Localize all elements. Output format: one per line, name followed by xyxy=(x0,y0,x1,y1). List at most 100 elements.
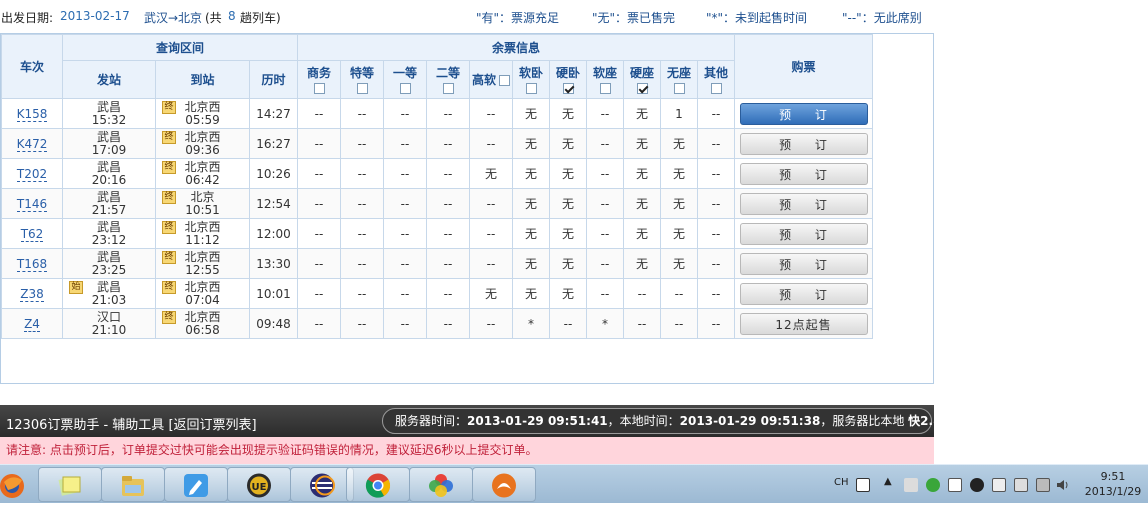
taskbar-color-app[interactable] xyxy=(409,467,473,502)
volume-icon[interactable] xyxy=(1056,478,1070,492)
seat-availability-cell: -- xyxy=(383,278,427,309)
duration-cell: 16:27 xyxy=(249,128,298,159)
tray-add-icon[interactable] xyxy=(926,478,940,492)
device-icon[interactable] xyxy=(1014,478,1028,492)
taskbar-eclipse[interactable] xyxy=(290,467,354,502)
language-indicator[interactable]: CH xyxy=(834,477,849,488)
seat-availability-cell: -- xyxy=(469,248,513,279)
seat-filter-checkbox[interactable] xyxy=(442,82,454,94)
show-hidden-icons-button[interactable]: ▲ xyxy=(884,476,892,487)
seat-filter-checkbox[interactable] xyxy=(636,82,648,94)
seat-filter-checkbox[interactable] xyxy=(313,82,325,94)
to-station-cell: 终北京西 12:55 xyxy=(155,248,250,279)
qq-icon[interactable] xyxy=(970,478,984,492)
book-button[interactable]: 预 订 xyxy=(739,132,868,155)
train-number-link[interactable]: K472 xyxy=(16,136,48,152)
server-time-label: 服务器时间： xyxy=(395,414,468,428)
departure-time: 21:57 xyxy=(91,202,127,217)
to-station-cell: 终北京西 06:42 xyxy=(155,158,250,189)
seat-filter-checkbox[interactable] xyxy=(673,82,685,94)
eclipse-icon xyxy=(310,473,335,498)
book-button[interactable]: 预 订 xyxy=(739,252,868,275)
seat-availability-cell: * xyxy=(512,308,550,339)
book-button-active[interactable]: 预 订 xyxy=(739,102,868,125)
seat-availability-cell: -- xyxy=(426,98,470,129)
seat-availability-cell: 无 xyxy=(512,128,550,159)
seat-filter-checkbox[interactable] xyxy=(710,82,722,94)
arrival-time: 05:59 xyxy=(185,112,220,127)
seat-availability-cell: -- xyxy=(586,98,624,129)
train-number-link[interactable]: T168 xyxy=(16,256,48,272)
duration-cell: 09:48 xyxy=(249,308,298,339)
train-row: K472 武昌 17:09 终北京西 09:36 16:27 -- -- -- -- -- 无无 -- 无… xyxy=(1,128,873,159)
seat-availability-cell: -- xyxy=(426,158,470,189)
seat-availability-cell: -- xyxy=(297,98,341,129)
seat-type-label: 二等 xyxy=(435,65,460,80)
seat-availability-cell: -- xyxy=(383,308,427,339)
train-number-link[interactable]: K158 xyxy=(16,106,48,122)
seat-type-label: 硬座 xyxy=(629,65,654,80)
from-station-name: 武昌 xyxy=(96,249,121,264)
action-cell: 预 订 xyxy=(734,218,873,249)
train-number-cell: T202 xyxy=(1,158,63,189)
time-diff-label: ，服务器比本地 xyxy=(820,414,905,428)
start-button[interactable] xyxy=(0,468,30,502)
flag-icon[interactable] xyxy=(948,478,962,492)
from-station-cell: 汉口 21:10 xyxy=(62,308,156,339)
taskbar-sticky-notes[interactable] xyxy=(38,467,102,502)
taskbar-ultraedit[interactable]: UE xyxy=(227,467,291,502)
ultraedit-icon: UE xyxy=(247,473,271,498)
seat-availability-cell: 无 xyxy=(469,158,513,189)
back-to-list-link[interactable]: [返回订票列表] xyxy=(168,418,256,433)
network-icon[interactable] xyxy=(992,478,1006,492)
seat-type-label: 其他 xyxy=(703,65,728,80)
train-row: T62 武昌 23:12 终北京西 11:12 12:00 -- -- -- -- -- 无无 -- 无无… xyxy=(1,218,873,249)
to-station-cell: 终北京西 09:36 xyxy=(155,128,250,159)
taskbar-foxmail[interactable] xyxy=(472,467,536,502)
seat-availability-cell: 无 xyxy=(469,278,513,309)
departure-time: 17:09 xyxy=(91,142,127,157)
seat-filter-checkbox[interactable] xyxy=(525,82,537,94)
seat-availability-cell: 无 xyxy=(623,218,661,249)
action-cell: 预 订 xyxy=(734,248,873,279)
train-number-link[interactable]: T146 xyxy=(16,196,48,212)
book-button[interactable]: 预 订 xyxy=(739,192,868,215)
taskbar-chrome[interactable] xyxy=(346,467,410,502)
seat-availability-cell: -- xyxy=(340,158,384,189)
seat-filter-checkbox[interactable] xyxy=(562,82,574,94)
train-number-link[interactable]: Z4 xyxy=(24,316,40,332)
seat-availability-cell: -- xyxy=(697,248,735,279)
seat-filter-checkbox[interactable] xyxy=(499,74,510,86)
seat-availability-cell: -- xyxy=(660,308,698,339)
arrival-time: 09:36 xyxy=(185,142,220,157)
helper-toolbar: 12306订票助手 - 辅助工具 [返回订票列表] 服务器时间： 2013-01-… xyxy=(0,405,970,437)
tray-misc-icon[interactable] xyxy=(1036,478,1050,492)
book-button[interactable]: 12点起售 xyxy=(739,312,868,335)
taskbar-editor[interactable] xyxy=(164,467,228,502)
helper-title: 12306订票助手 - 辅助工具 [返回订票列表] xyxy=(6,414,257,433)
duration-cell: 12:00 xyxy=(249,218,298,249)
seat-availability-cell: 无 xyxy=(623,158,661,189)
system-clock[interactable]: 9:51 2013/1/29 xyxy=(1078,469,1148,499)
seat-filter-checkbox[interactable] xyxy=(399,82,411,94)
query-range-header: 查询区间 xyxy=(62,34,298,61)
input-method-icon[interactable] xyxy=(856,478,870,492)
taskbar-explorer[interactable] xyxy=(101,467,165,502)
duration-header: 历时 xyxy=(249,60,298,99)
seat-availability-cell: -- xyxy=(426,218,470,249)
from-station-name: 汉口 xyxy=(96,309,121,324)
book-button[interactable]: 预 订 xyxy=(739,162,868,185)
local-time-value: 2013-01-29 09:51:38 xyxy=(679,414,821,428)
train-number-link[interactable]: T62 xyxy=(20,226,44,242)
book-button[interactable]: 预 订 xyxy=(739,222,868,245)
train-row: Z4 汉口 21:10 终北京西 06:58 09:48 -- -- -- -- -- * -- * -- -… xyxy=(1,308,873,339)
seat-availability-cell: -- xyxy=(340,278,384,309)
seat-filter-checkbox[interactable] xyxy=(356,82,368,94)
train-number-link[interactable]: T202 xyxy=(16,166,48,182)
book-button[interactable]: 预 订 xyxy=(739,282,868,305)
seat-filter-checkbox[interactable] xyxy=(599,82,611,94)
tray-app-icon[interactable] xyxy=(904,478,918,492)
date-value: 2013-02-17 xyxy=(60,9,130,23)
seat-availability-cell: -- xyxy=(297,128,341,159)
train-number-link[interactable]: Z38 xyxy=(20,286,44,302)
